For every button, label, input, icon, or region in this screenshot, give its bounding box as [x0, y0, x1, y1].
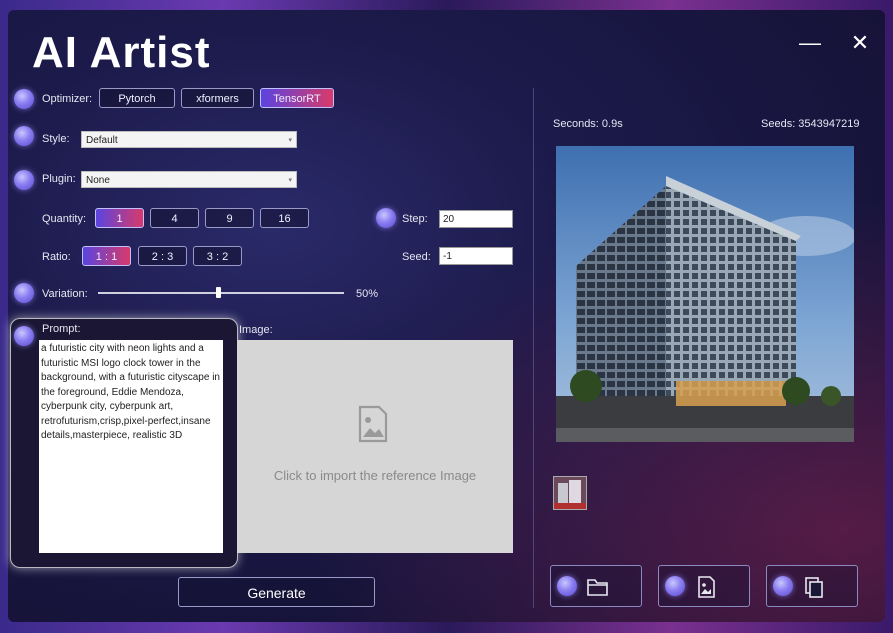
save-image-indicator-icon — [665, 576, 685, 596]
seeds-text: Seeds: 3543947219 — [761, 118, 860, 130]
quantity-label: Quantity: — [42, 213, 87, 225]
ratio-label: Ratio: — [42, 251, 71, 263]
image-file-icon — [698, 576, 715, 598]
folder-icon — [587, 579, 608, 596]
optimizer-label: Optimizer: — [42, 93, 93, 105]
ratio-3-2-button[interactable]: 3 : 2 — [193, 246, 242, 266]
generated-image-preview — [556, 146, 854, 442]
step-indicator-icon — [376, 208, 396, 228]
chevron-down-icon: ▾ — [288, 137, 292, 144]
plugin-select-value: None — [86, 175, 110, 186]
step-input[interactable]: 20 — [439, 210, 513, 228]
plugin-select[interactable]: None ▾ — [81, 171, 297, 188]
open-folder-indicator-icon — [557, 576, 577, 596]
optimizer-indicator-icon — [14, 89, 34, 109]
optimizer-pytorch-button[interactable]: Pytorch — [99, 88, 175, 108]
style-label: Style: — [42, 133, 70, 145]
panel-divider — [533, 88, 534, 608]
variation-slider-track[interactable] — [98, 292, 344, 294]
variation-value: 50% — [356, 288, 379, 300]
ratio-1-1-button[interactable]: 1 : 1 — [82, 246, 131, 266]
thumbnail-image — [554, 477, 586, 509]
variation-slider-thumb[interactable] — [216, 287, 221, 298]
image-label: Image: — [239, 324, 273, 336]
chevron-down-icon: ▾ — [288, 177, 292, 184]
copy-icon — [805, 577, 823, 598]
image-placeholder-icon — [358, 405, 388, 443]
ratio-2-3-button[interactable]: 2 : 3 — [138, 246, 187, 266]
generate-button[interactable]: Generate — [178, 577, 375, 607]
style-select[interactable]: Default ▾ — [81, 131, 297, 148]
close-button[interactable]: ✕ — [848, 32, 872, 56]
variation-label: Variation: — [42, 288, 88, 300]
optimizer-tensorrt-button[interactable]: TensorRT — [260, 88, 334, 108]
optimizer-xformers-button[interactable]: xformers — [181, 88, 254, 108]
quantity-16-button[interactable]: 16 — [260, 208, 309, 228]
save-image-button[interactable] — [658, 565, 750, 607]
app-title: AI Artist — [32, 28, 211, 77]
variation-indicator-icon — [14, 283, 34, 303]
quantity-9-button[interactable]: 9 — [205, 208, 254, 228]
seconds-text: Seconds: 0.9s — [553, 118, 623, 130]
reference-image-dropzone[interactable]: Click to import the reference Image — [237, 340, 513, 553]
seed-label: Seed: — [402, 251, 431, 263]
minimize-button[interactable]: — — [798, 32, 822, 56]
generated-building-image — [556, 146, 854, 442]
prompt-textarea[interactable]: a futuristic city with neon lights and a… — [39, 340, 223, 553]
step-label: Step: — [402, 213, 428, 225]
style-select-value: Default — [86, 135, 118, 146]
result-thumbnail[interactable] — [553, 476, 587, 510]
plugin-label: Plugin: — [42, 173, 76, 185]
prompt-label: Prompt: — [42, 323, 81, 335]
seed-input[interactable]: -1 — [439, 247, 513, 265]
quantity-4-button[interactable]: 4 — [150, 208, 199, 228]
quantity-1-button[interactable]: 1 — [95, 208, 144, 228]
prompt-indicator-icon — [14, 326, 34, 346]
reference-image-placeholder: Click to import the reference Image — [273, 468, 477, 483]
copy-button[interactable] — [766, 565, 858, 607]
open-folder-button[interactable] — [550, 565, 642, 607]
plugin-indicator-icon — [14, 170, 34, 190]
copy-indicator-icon — [773, 576, 793, 596]
style-indicator-icon — [14, 126, 34, 146]
